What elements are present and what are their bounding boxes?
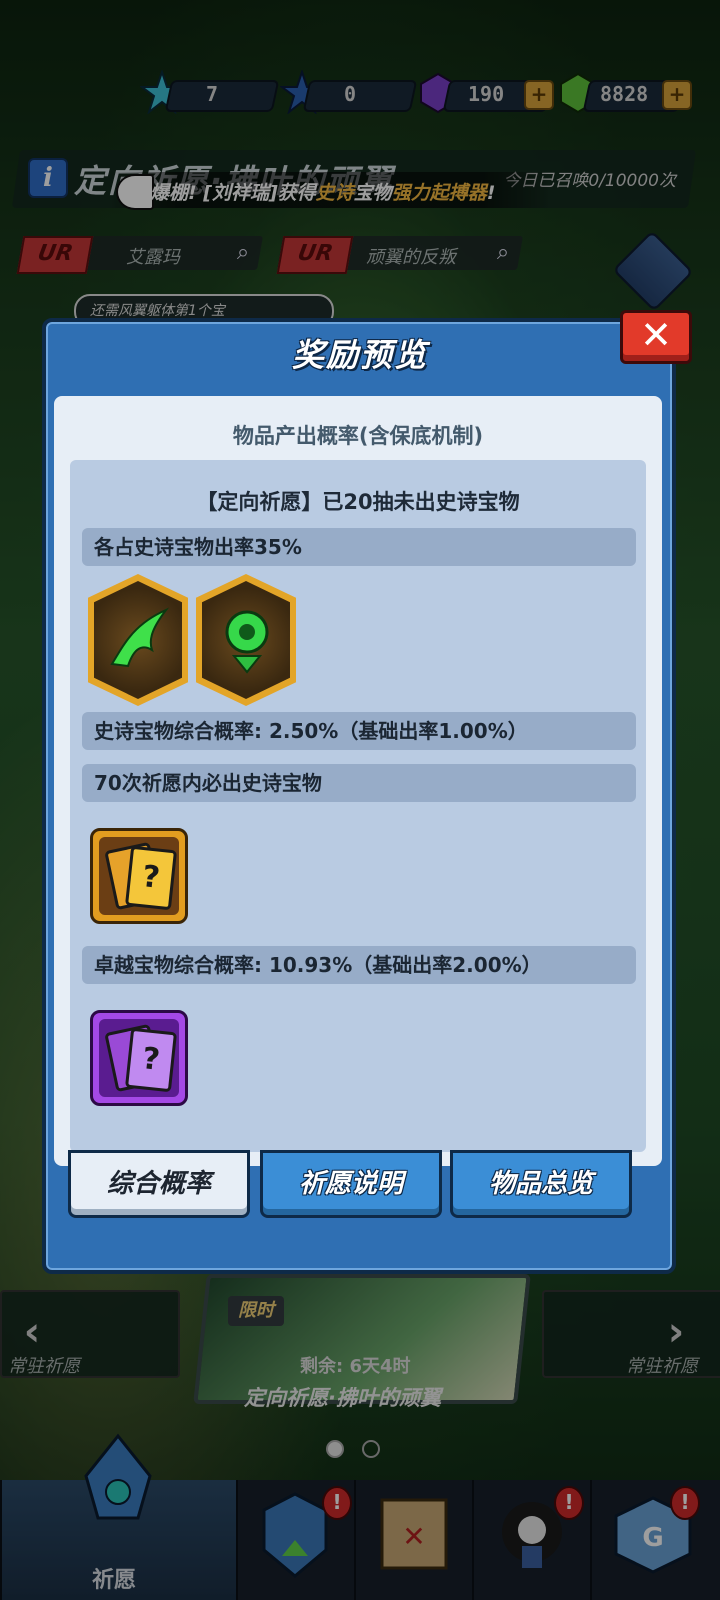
green-blade-treasure-icon bbox=[110, 607, 170, 668]
section-label: 70次祈愿内必出史诗宝物 bbox=[94, 771, 322, 795]
pity-status: 【定向祈愿】已20抽未出史诗宝物 bbox=[196, 490, 520, 514]
modal-title: 奖励预览 bbox=[291, 336, 428, 374]
panel-heading: 物品产出概率(含保底机制) bbox=[232, 424, 484, 448]
close-button[interactable]: ✕ bbox=[620, 310, 692, 364]
card-front: ? bbox=[124, 1027, 178, 1093]
question-mark: ? bbox=[140, 1041, 162, 1078]
section-label: 卓越宝物综合概率: 10.93%（基础出率2.00%） bbox=[94, 953, 542, 977]
tab-wish-description[interactable]: 祈愿说明 bbox=[260, 1150, 442, 1218]
question-mark: ? bbox=[140, 859, 162, 896]
card-front: ? bbox=[124, 845, 178, 911]
section-label: 史诗宝物综合概率: 2.50%（基础出率1.00%） bbox=[94, 719, 528, 743]
section-label: 各占史诗宝物出率35% bbox=[94, 535, 302, 559]
green-orb-treasure-icon bbox=[225, 610, 269, 674]
tab-overall-probability[interactable]: 综合概率 bbox=[68, 1150, 250, 1218]
tab-item-overview[interactable]: 物品总览 bbox=[450, 1150, 632, 1218]
